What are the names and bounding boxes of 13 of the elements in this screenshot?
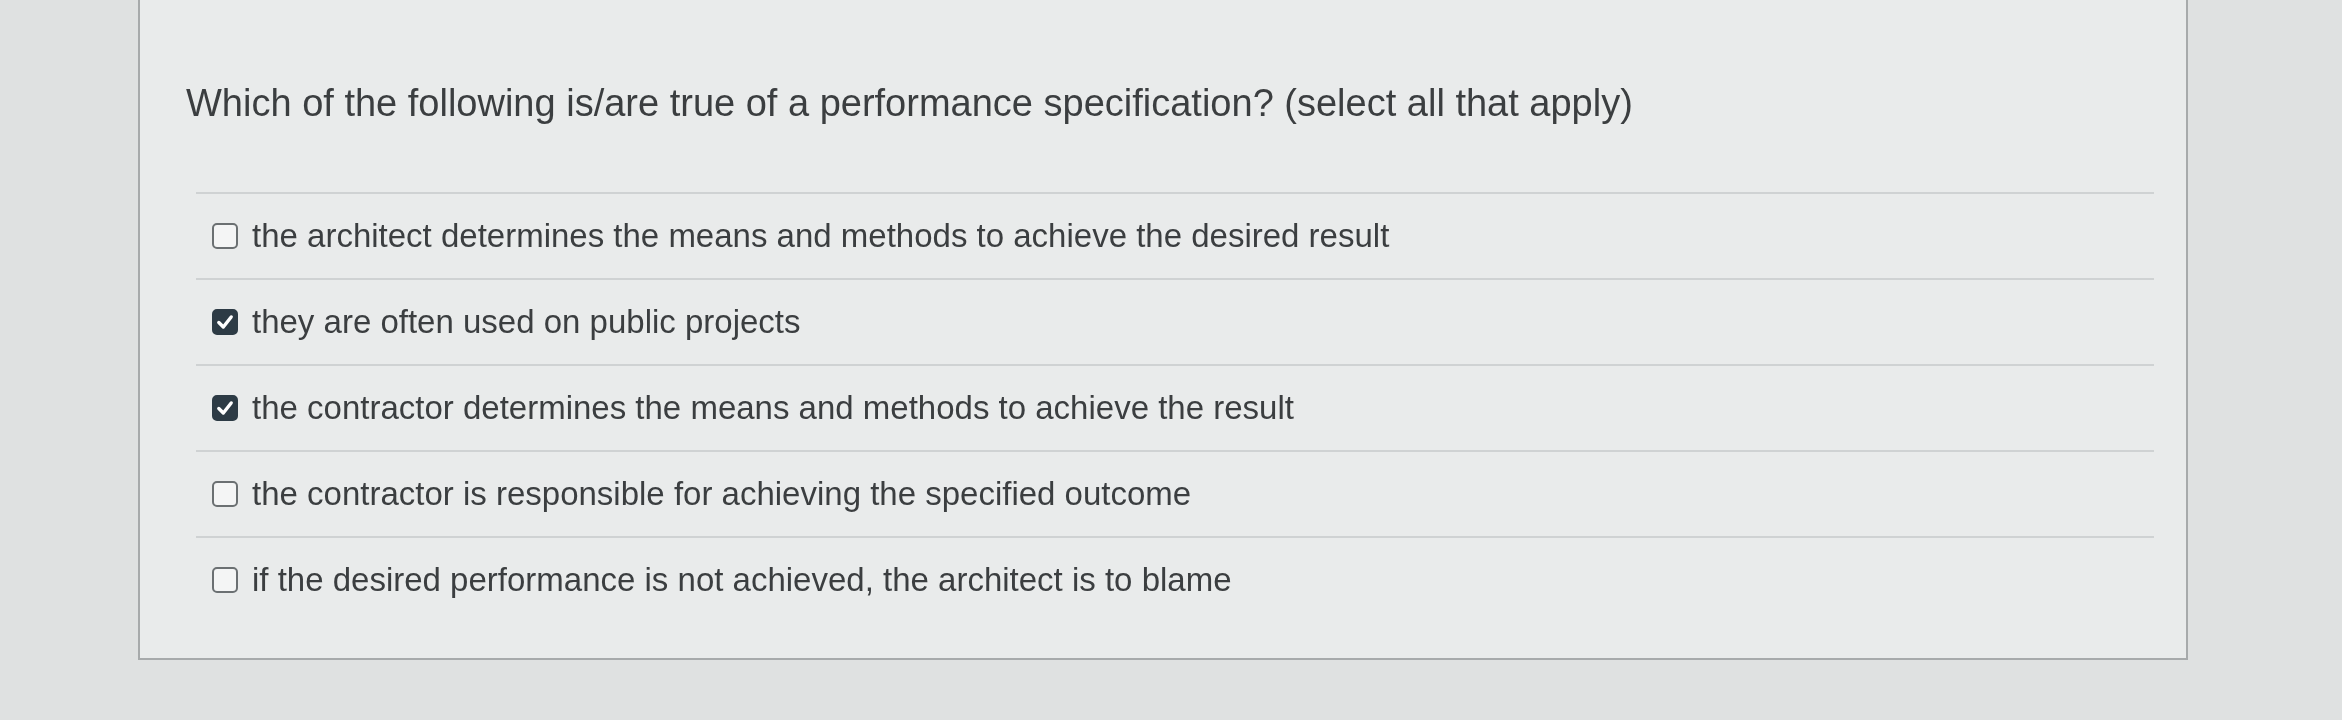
question-text: Which of the following is/are true of a performance specification? (select all that apply) — [186, 82, 1633, 124]
checkmark-icon — [216, 399, 234, 417]
checkbox[interactable] — [212, 223, 238, 249]
checkmark-icon — [216, 313, 234, 331]
checkbox[interactable] — [212, 567, 238, 593]
option-label: the contractor determines the means and methods to achieve the result — [252, 388, 1294, 428]
checkbox[interactable] — [212, 395, 238, 421]
checkbox[interactable] — [212, 481, 238, 507]
checkbox[interactable] — [212, 309, 238, 335]
option-label: if the desired performance is not achieved, the architect is to blame — [252, 560, 1232, 600]
option-label: the architect determines the means and methods to achieve the desired result — [252, 216, 1390, 256]
option-label: the contractor is responsible for achieving the specified outcome — [252, 474, 1192, 514]
option-label: they are often used on public projects — [252, 302, 801, 342]
